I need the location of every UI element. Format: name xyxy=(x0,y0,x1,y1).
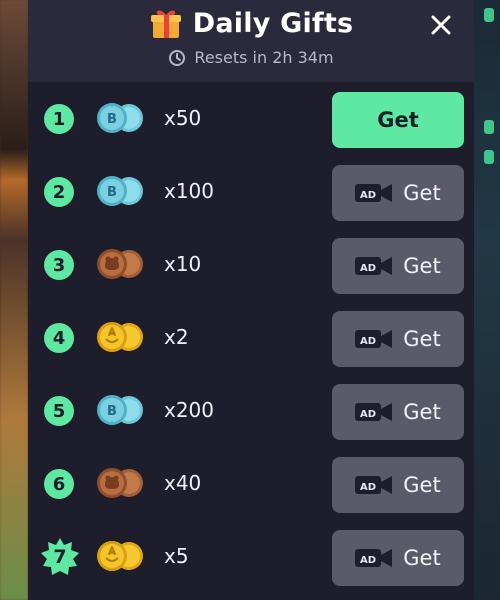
day-number: 1 xyxy=(52,108,66,130)
svg-text:B: B xyxy=(107,404,117,419)
svg-text:AD: AD xyxy=(360,482,376,493)
bronze-coins-icon xyxy=(92,463,148,503)
get-button-label: Get xyxy=(403,327,441,351)
daily-gifts-panel: Daily Gifts Resets in 2h 34m 1 Bx50 Get 2 Bx… xyxy=(28,0,474,600)
watch-ad-get-button[interactable]: AD Get xyxy=(332,530,464,586)
svg-text:AD: AD xyxy=(360,555,376,566)
reward-amount: x200 xyxy=(164,398,215,422)
bronze-coins-icon xyxy=(92,244,148,284)
day-number: 6 xyxy=(52,473,66,495)
gold-coins-icon xyxy=(92,536,148,576)
watch-ad-get-button[interactable]: AD Get xyxy=(332,384,464,440)
gift-row-day-5: 5 Bx200 AD Get xyxy=(28,374,474,447)
day-number: 4 xyxy=(52,327,66,349)
gift-icon xyxy=(150,10,181,38)
get-button-label: Get xyxy=(377,108,419,132)
reward-amount: x2 xyxy=(164,325,189,349)
blue-gem-coins-icon: B xyxy=(92,390,148,430)
ad-video-icon: AD xyxy=(355,330,393,348)
blue-gem-coins-icon: B xyxy=(92,98,148,138)
day-number: 2 xyxy=(52,181,66,203)
ad-video-icon: AD xyxy=(355,184,393,202)
day-number-badge: 3 xyxy=(44,250,74,280)
panel-header: Daily Gifts Resets in 2h 34m xyxy=(28,0,474,82)
gift-row-day-2: 2 Bx100 AD Get xyxy=(28,155,474,228)
svg-text:AD: AD xyxy=(360,263,376,274)
reward-amount: x5 xyxy=(164,544,189,568)
get-button-label: Get xyxy=(403,546,441,570)
svg-text:AD: AD xyxy=(360,336,376,347)
svg-text:B: B xyxy=(107,185,117,200)
clock-icon xyxy=(169,49,186,66)
day-number-badge: 1 xyxy=(44,104,74,134)
reset-timer: Resets in 2h 34m xyxy=(28,48,474,67)
close-icon xyxy=(431,15,451,35)
ad-video-icon: AD xyxy=(355,476,393,494)
day-number-badge: 6 xyxy=(44,469,74,499)
gift-row-day-7: 7 x5 AD Get xyxy=(28,520,474,593)
ad-video-icon: AD xyxy=(355,403,393,421)
reset-text: Resets in 2h 34m xyxy=(194,48,334,67)
svg-text:AD: AD xyxy=(360,409,376,420)
get-button[interactable]: Get xyxy=(332,92,464,148)
page-title: Daily Gifts xyxy=(192,7,354,39)
get-button-label: Get xyxy=(403,400,441,424)
reward-amount: x100 xyxy=(164,179,215,203)
svg-text:AD: AD xyxy=(360,190,376,201)
day-number: 3 xyxy=(52,254,66,276)
day-number-badge: 5 xyxy=(44,396,74,426)
backdrop-right xyxy=(474,0,500,600)
day-number-badge: 7 xyxy=(40,537,80,577)
ad-video-icon: AD xyxy=(355,257,393,275)
backdrop-marker xyxy=(484,150,494,164)
day-number-badge: 2 xyxy=(44,177,74,207)
reward-amount: x40 xyxy=(164,471,202,495)
watch-ad-get-button[interactable]: AD Get xyxy=(332,311,464,367)
title-row: Daily Gifts xyxy=(28,6,474,40)
gift-row-day-6: 6 x40 AD Get xyxy=(28,447,474,520)
ad-video-icon: AD xyxy=(355,549,393,567)
watch-ad-get-button[interactable]: AD Get xyxy=(332,457,464,513)
blue-gem-coins-icon: B xyxy=(92,171,148,211)
get-button-label: Get xyxy=(403,254,441,278)
day-number: 5 xyxy=(52,400,66,422)
reward-amount: x50 xyxy=(164,106,202,130)
backdrop-marker xyxy=(484,120,494,134)
backdrop-left xyxy=(0,0,28,600)
watch-ad-get-button[interactable]: AD Get xyxy=(332,238,464,294)
get-button-label: Get xyxy=(403,473,441,497)
reward-amount: x10 xyxy=(164,252,202,276)
svg-text:B: B xyxy=(107,112,117,127)
get-button-label: Get xyxy=(403,181,441,205)
day-number: 7 xyxy=(53,546,67,568)
close-button[interactable] xyxy=(426,10,456,40)
gift-row-day-1: 1 Bx50 Get xyxy=(28,82,474,155)
gift-row-day-4: 4 x2 AD Get xyxy=(28,301,474,374)
watch-ad-get-button[interactable]: AD Get xyxy=(332,165,464,221)
gold-coins-icon xyxy=(92,317,148,357)
day-number-badge: 4 xyxy=(44,323,74,353)
gift-row-day-3: 3 x10 AD Get xyxy=(28,228,474,301)
backdrop-marker xyxy=(484,8,494,22)
